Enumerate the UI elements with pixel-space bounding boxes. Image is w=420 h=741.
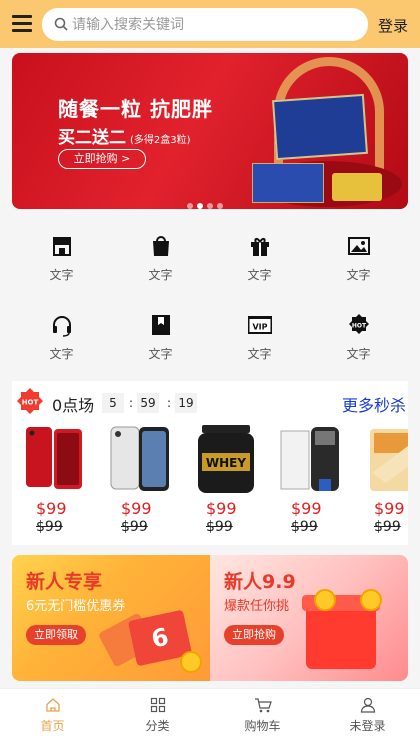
new-user-deals-promo[interactable]: 新人9.9 爆款任你挑 立即抢购 — [210, 555, 408, 681]
bookmark-icon — [151, 315, 170, 335]
new-user-coupon-promo[interactable]: 新人专享 6元无门槛优惠券 立即领取 6 — [12, 555, 210, 681]
cart-icon — [254, 698, 272, 713]
product-image: WHEY — [198, 425, 254, 493]
tab-home[interactable]: 首页 — [0, 689, 105, 741]
category-item[interactable]: 文字 — [12, 313, 111, 362]
store-icon — [52, 237, 71, 256]
tab-account[interactable]: 未登录 — [315, 689, 420, 741]
product-box-image — [272, 93, 368, 161]
promo-title: 新人专享 — [26, 571, 103, 593]
category-item[interactable]: 文字 — [111, 234, 210, 283]
countdown-minutes: 59 — [137, 393, 159, 413]
flash-product-card[interactable]: $99 $99 — [22, 423, 92, 541]
countdown-hours: 5 — [102, 393, 124, 413]
category-item[interactable]: 文字 — [309, 234, 408, 283]
coin-image — [180, 651, 202, 673]
banner-headline: 随餐一粒 抗肥胖 — [58, 97, 213, 121]
category-item[interactable]: HOT 文字 — [309, 313, 408, 362]
flash-product-card[interactable]: $99 $99 — [107, 423, 177, 541]
flash-session-label: 0点场 — [52, 396, 95, 415]
tab-category[interactable]: 分类 — [105, 689, 210, 741]
menu-icon[interactable] — [12, 15, 32, 33]
countdown-seconds: 19 — [175, 393, 197, 413]
hot-badge-icon: HOT — [17, 388, 43, 414]
headset-icon — [52, 316, 71, 337]
capsule-blister-image — [332, 173, 382, 201]
search-bar[interactable] — [42, 8, 368, 41]
image-icon — [347, 237, 370, 255]
hot-badge-icon: HOT — [348, 314, 369, 334]
svg-text:WHEY: WHEY — [206, 456, 246, 470]
buy-now-button[interactable]: 立即抢购 — [224, 625, 284, 645]
more-flash-sale-link[interactable]: 更多秒杀 — [342, 392, 406, 416]
carousel-dot-active[interactable] — [197, 203, 203, 209]
flash-product-card[interactable]: $99 $99 — [360, 423, 408, 541]
category-grid: 文字 文字 文字 文字 文字 文字 VIP 文字 HOT 文字 — [12, 218, 408, 373]
product-image — [26, 427, 82, 489]
home-icon — [45, 698, 60, 712]
tab-cart[interactable]: 购物车 — [210, 689, 315, 741]
banner-offer: 买二送二 (多得2盒3粒) — [58, 128, 191, 148]
product-box-image — [252, 163, 324, 203]
carousel-dot[interactable] — [207, 203, 213, 209]
shopping-bag-icon — [152, 236, 169, 256]
promo-banner[interactable]: 随餐一粒 抗肥胖 买二送二 (多得2盒3粒) 立即抢购 > — [12, 53, 408, 209]
category-item[interactable]: 文字 — [12, 234, 111, 283]
flash-product-card[interactable]: WHEY $99 $99 — [192, 423, 262, 541]
vip-icon: VIP — [247, 316, 272, 334]
countdown-separator: : — [129, 396, 134, 410]
flash-product-card[interactable]: $99 $99 — [277, 423, 347, 541]
search-input[interactable] — [72, 14, 352, 36]
flash-sale-section: HOT 0点场 5 : 59 : 19 更多秒杀 $99 $99 $99 $99… — [12, 381, 408, 545]
user-icon — [360, 697, 375, 713]
login-button[interactable]: 登录 — [378, 15, 408, 36]
search-icon — [54, 17, 68, 31]
svg-text:VIP: VIP — [252, 323, 267, 332]
category-item[interactable]: VIP 文字 — [210, 313, 309, 362]
claim-coupon-button[interactable]: 立即领取 — [26, 625, 86, 645]
bottom-tab-bar: 首页 分类 购物车 未登录 — [0, 688, 420, 741]
category-item[interactable]: 文字 — [210, 234, 309, 283]
product-image — [280, 427, 339, 491]
gift-icon — [250, 238, 269, 256]
grid-icon — [150, 697, 165, 713]
coin-image — [360, 589, 382, 611]
svg-text:HOT: HOT — [22, 399, 39, 407]
product-image — [370, 429, 408, 491]
coin-image — [314, 589, 336, 611]
carousel-dots[interactable] — [187, 194, 227, 213]
countdown-separator: : — [167, 396, 172, 410]
carousel-dot[interactable] — [217, 203, 223, 209]
promo-subtitle: 6元无门槛优惠券 — [26, 599, 126, 614]
carousel-dot[interactable] — [187, 203, 193, 209]
banner-cta-button[interactable]: 立即抢购 > — [58, 149, 146, 169]
promo-subtitle: 爆款任你挑 — [224, 599, 290, 614]
svg-text:HOT: HOT — [351, 323, 366, 330]
promo-title: 新人9.9 — [224, 571, 296, 593]
product-image — [110, 426, 169, 491]
top-bar: 登录 — [0, 0, 420, 48]
category-item[interactable]: 文字 — [111, 313, 210, 362]
gift-box-image — [306, 603, 376, 669]
